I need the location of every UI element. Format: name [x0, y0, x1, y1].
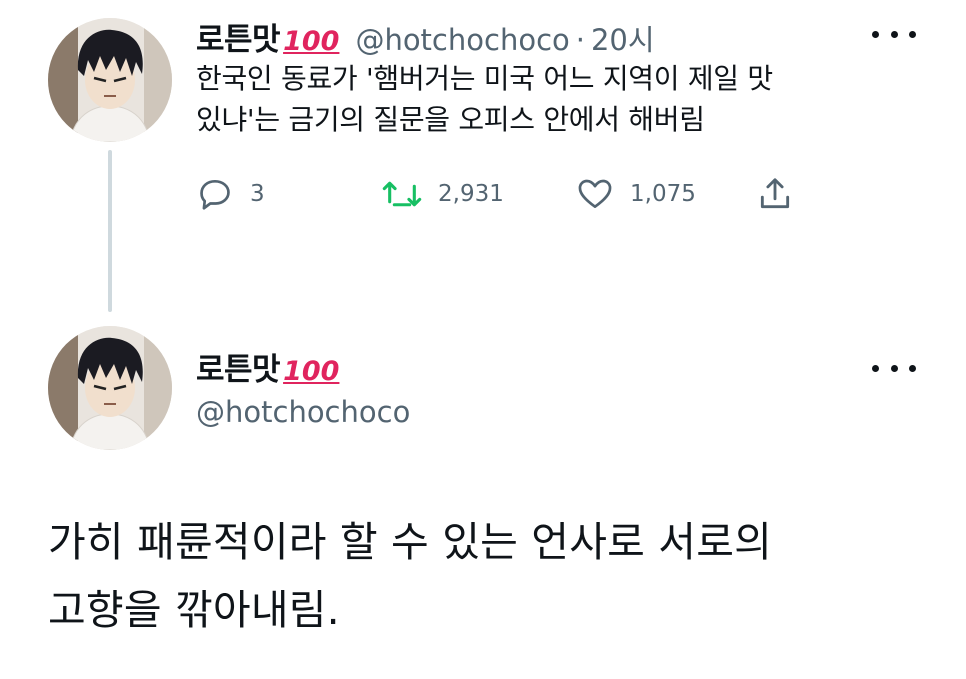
share-icon [756, 175, 794, 213]
hundred-points-icon: 100 [283, 356, 340, 387]
more-icon[interactable] [872, 24, 916, 44]
like-count: 1,075 [630, 181, 696, 207]
retweet-icon [382, 175, 422, 213]
reply-count: 3 [250, 181, 265, 207]
more-icon[interactable] [872, 358, 916, 378]
tweet-text: 가히 패륜적이라 할 수 있는 언사로 서로의 고향을 깎아내림. [48, 508, 948, 644]
like-icon [576, 175, 614, 213]
avatar[interactable] [48, 18, 172, 142]
tweet-text-line: 한국인 동료가 '햄버거는 미국 어느 지역이 제일 맛 [196, 62, 773, 95]
share-button[interactable] [756, 172, 794, 216]
avatar[interactable] [48, 326, 172, 450]
handle[interactable]: @hotchochoco [196, 395, 410, 429]
separator-dot: · [575, 23, 585, 57]
reply-icon [196, 175, 234, 213]
reply-button[interactable]: 3 [196, 172, 265, 216]
handle[interactable]: @hotchochoco [355, 23, 569, 57]
tweet-text-line: 고향을 깎아내림. [48, 586, 340, 634]
tweet-header: 로튼맛 100 @hotchochoco · 20시 [196, 14, 655, 58]
tweet-header: 로튼맛 100 @hotchochoco [196, 344, 410, 429]
tweet-actions: 3 2,931 1,075 [196, 172, 816, 216]
like-button[interactable]: 1,075 [576, 172, 696, 216]
tweet-text-line: 가히 패륜적이라 할 수 있는 언사로 서로의 [48, 518, 773, 566]
retweet-button[interactable]: 2,931 [382, 172, 504, 216]
timestamp[interactable]: 20시 [591, 17, 655, 59]
retweet-count: 2,931 [438, 181, 504, 207]
hundred-points-icon: 100 [283, 26, 340, 57]
tweet-text: 한국인 동료가 '햄버거는 미국 어느 지역이 제일 맛 있냐'는 금기의 질문… [196, 58, 896, 140]
display-name[interactable]: 로튼맛 [196, 344, 281, 389]
display-name[interactable]: 로튼맛 [196, 14, 281, 59]
tweet-text-line: 있냐'는 금기의 질문을 오피스 안에서 해버림 [196, 103, 705, 136]
thread-connector-line [108, 150, 112, 312]
